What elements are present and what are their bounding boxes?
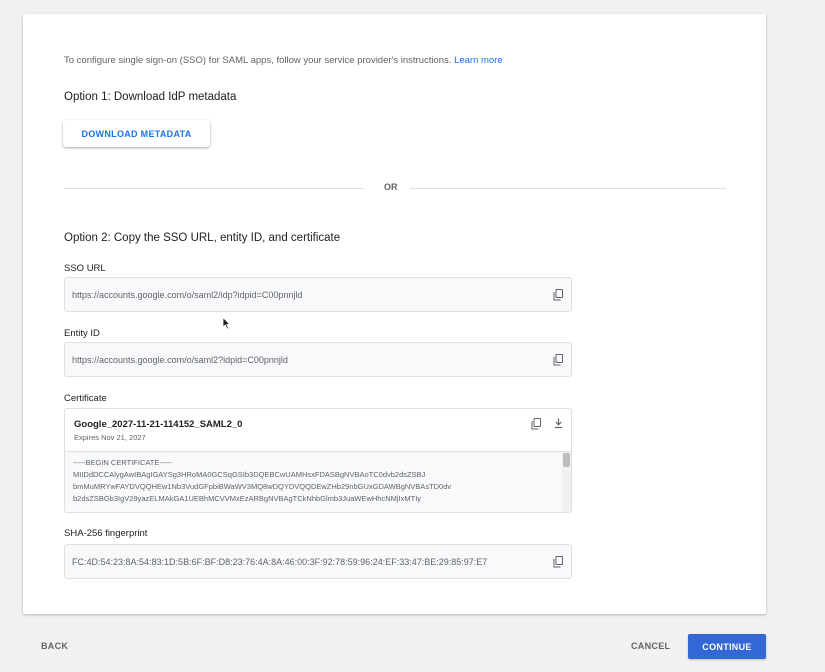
certificate-line: -----BEGIN CERTIFICATE----- — [73, 458, 172, 467]
divider-line-left — [64, 188, 364, 189]
back-button[interactable]: BACK — [41, 641, 68, 651]
certificate-content[interactable]: -----BEGIN CERTIFICATE----- MIIDdDCCAlyg… — [65, 452, 571, 512]
entity-id-field: https://accounts.google.com/o/saml2?idpi… — [64, 342, 572, 377]
certificate-scrollbar[interactable] — [562, 452, 571, 512]
entity-id-label: Entity ID — [64, 328, 100, 339]
download-icon[interactable] — [554, 418, 563, 429]
download-metadata-button[interactable]: DOWNLOAD METADATA — [63, 120, 210, 147]
mouse-cursor-icon — [222, 317, 231, 330]
copy-icon[interactable] — [553, 289, 563, 301]
certificate-header: Google_2027-11-21-114152_SAML2_0 Expires… — [65, 409, 571, 452]
fingerprint-label: SHA-256 fingerprint — [64, 528, 148, 539]
intro-description: To configure single sign-on (SSO) for SA… — [64, 55, 452, 66]
sso-config-card: To configure single sign-on (SSO) for SA… — [23, 14, 766, 614]
copy-icon[interactable] — [553, 354, 563, 366]
fingerprint-value: FC:4D:54:23:8A:54:83:1D:5B:6F:BF:D8:23:7… — [72, 557, 488, 567]
sso-url-field: https://accounts.google.com/o/saml2/idp?… — [64, 277, 572, 312]
entity-id-value: https://accounts.google.com/o/saml2?idpi… — [72, 355, 288, 365]
or-label: OR — [384, 182, 398, 192]
certificate-label: Certificate — [64, 393, 107, 404]
continue-button[interactable]: CONTINUE — [688, 634, 766, 659]
certificate-text: -----BEGIN CERTIFICATE----- MIIDdDCCAlyg… — [73, 457, 558, 505]
sso-url-label: SSO URL — [64, 263, 106, 274]
divider-line-right — [410, 188, 726, 189]
certificate-line: b2dsZSBGb3IgV29yazELMAkGA1UEBhMCVVMxEzAR… — [73, 494, 422, 503]
certificate-box: Google_2027-11-21-114152_SAML2_0 Expires… — [64, 408, 572, 513]
certificate-name: Google_2027-11-21-114152_SAML2_0 — [74, 419, 243, 430]
fingerprint-field: FC:4D:54:23:8A:54:83:1D:5B:6F:BF:D8:23:7… — [64, 544, 572, 579]
intro-text: To configure single sign-on (SSO) for SA… — [64, 55, 503, 66]
learn-more-link[interactable]: Learn more — [454, 55, 503, 66]
certificate-expiry: Expires Nov 21, 2027 — [74, 433, 146, 442]
or-divider: OR — [64, 182, 726, 192]
certificate-line: bmMuMRYwFAYDVQQHEw1Nb3VudGFpbiBWaWV3MQ8w… — [73, 482, 452, 491]
copy-icon[interactable] — [531, 418, 541, 430]
option1-heading: Option 1: Download IdP metadata — [64, 91, 237, 103]
scrollbar-thumb[interactable] — [563, 453, 570, 467]
cancel-button[interactable]: CANCEL — [631, 641, 670, 651]
copy-icon[interactable] — [553, 556, 563, 568]
option2-heading: Option 2: Copy the SSO URL, entity ID, a… — [64, 232, 341, 244]
sso-url-value: https://accounts.google.com/o/saml2/idp?… — [72, 290, 303, 300]
certificate-line: MIIDdDCCAlygAwIBAgIGAYSg3HRoMA0GCSqGSIb3… — [73, 470, 426, 479]
